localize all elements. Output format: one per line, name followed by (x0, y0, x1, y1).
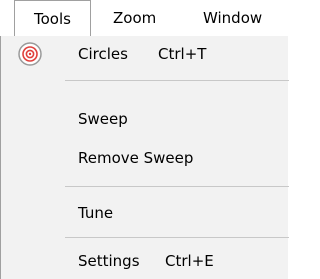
menu-separator (65, 237, 289, 238)
menu-item-remove-sweep-label: Remove Sweep (78, 149, 194, 167)
menu-item-remove-sweep[interactable]: Remove Sweep (1, 140, 289, 176)
menu-window-label: Window (203, 9, 263, 27)
menu-zoom-label: Zoom (113, 9, 157, 27)
menu-item-circles[interactable]: Circles Ctrl+T (1, 36, 289, 72)
menu-window[interactable]: Window (203, 0, 262, 36)
menu-separator (65, 186, 289, 187)
menu-item-tune[interactable]: Tune (1, 195, 289, 231)
menu-zoom[interactable]: Zoom (113, 0, 156, 36)
menu-item-settings[interactable]: Settings Ctrl+E (1, 243, 289, 279)
menu-item-settings-shortcut: Ctrl+E (165, 252, 214, 270)
menu-tools-label: Tools (34, 10, 71, 28)
menu-item-circles-label: Circles (78, 45, 128, 63)
menu-separator (65, 80, 289, 81)
menu-item-sweep-label: Sweep (78, 110, 128, 128)
menu-item-circles-shortcut: Ctrl+T (158, 45, 207, 63)
menu-tools[interactable]: Tools (14, 0, 91, 36)
menu-item-settings-label: Settings (78, 252, 140, 270)
menu-item-sweep[interactable]: Sweep (1, 101, 289, 137)
menu-item-tune-label: Tune (78, 204, 114, 222)
circles-icon (17, 41, 43, 67)
menu-bar: Tools Zoom Window (0, 0, 288, 36)
tools-dropdown-menu: Circles Ctrl+T Sweep Remove Sweep Tune S… (0, 36, 289, 279)
